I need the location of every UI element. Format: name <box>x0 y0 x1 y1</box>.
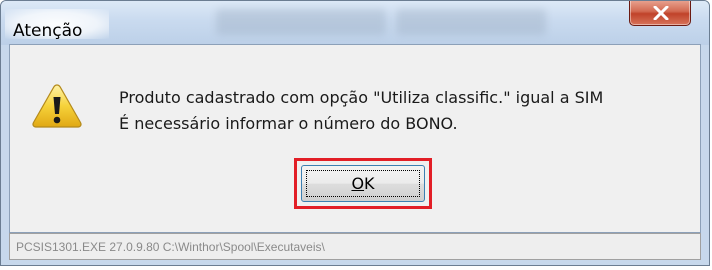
status-text: PCSIS1301.EXE 27.0.9.80 C:\Winthor\Spool… <box>16 240 325 254</box>
window-title: Atenção <box>13 21 83 41</box>
status-bar: PCSIS1301.EXE 27.0.9.80 C:\Winthor\Spool… <box>9 233 701 260</box>
message-text: Produto cadastrado com opção "Utiliza cl… <box>119 85 603 137</box>
warning-icon <box>32 84 82 128</box>
message-line-1: Produto cadastrado com opção "Utiliza cl… <box>119 88 604 107</box>
ok-mnemonic: O <box>351 174 365 193</box>
ok-label-rest: K <box>364 174 375 193</box>
dialog-window: Atenção Produto cadastrado com opção "Ut… <box>0 0 710 266</box>
message-line-2: É necessário informar o número do BONO. <box>119 114 458 133</box>
ok-button[interactable]: OK <box>301 165 425 202</box>
dialog-body: Produto cadastrado com opção "Utiliza cl… <box>9 44 701 233</box>
title-bar[interactable]: Atenção <box>1 1 709 45</box>
close-icon <box>653 6 669 20</box>
ok-button-label: OK <box>302 174 424 193</box>
background-window-blur <box>216 9 386 35</box>
background-window-blur <box>396 9 546 35</box>
close-button[interactable] <box>629 1 691 26</box>
